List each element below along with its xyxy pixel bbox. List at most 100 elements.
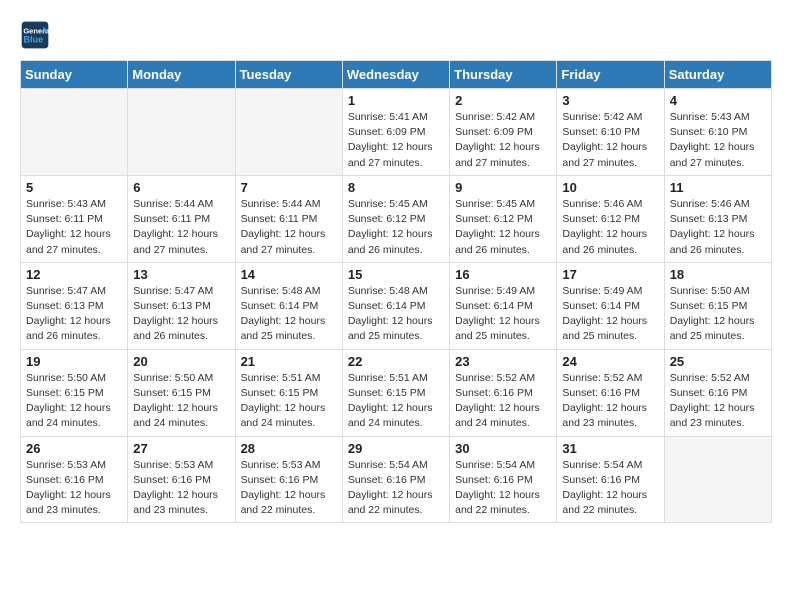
calendar-cell: 9 Sunrise: 5:45 AM Sunset: 6:12 PM Daylig… xyxy=(450,175,557,262)
calendar-cell xyxy=(664,436,771,523)
day-info: Sunrise: 5:51 AM Sunset: 6:15 PM Dayligh… xyxy=(241,371,337,432)
day-number: 7 xyxy=(241,180,337,195)
day-info: Sunrise: 5:45 AM Sunset: 6:12 PM Dayligh… xyxy=(455,197,551,258)
calendar-cell: 8 Sunrise: 5:45 AM Sunset: 6:12 PM Daylig… xyxy=(342,175,449,262)
calendar-cell: 15 Sunrise: 5:48 AM Sunset: 6:14 PM Dayli… xyxy=(342,262,449,349)
day-number: 15 xyxy=(348,267,444,282)
calendar-cell: 26 Sunrise: 5:53 AM Sunset: 6:16 PM Dayli… xyxy=(21,436,128,523)
calendar-cell: 6Sunrise: 5:44 AM Sunset: 6:11 PM Daylig… xyxy=(128,175,235,262)
day-number: 30 xyxy=(455,441,551,456)
svg-text:Blue: Blue xyxy=(23,35,43,45)
calendar-cell: 5 Sunrise: 5:43 AM Sunset: 6:11 PM Daylig… xyxy=(21,175,128,262)
calendar-week-row: 19 Sunrise: 5:50 AM Sunset: 6:15 PM Dayli… xyxy=(21,349,772,436)
day-number: 21 xyxy=(241,354,337,369)
day-number: 5 xyxy=(26,180,122,195)
calendar-cell: 17 Sunrise: 5:49 AM Sunset: 6:14 PM Dayli… xyxy=(557,262,664,349)
calendar-cell: 20Sunrise: 5:50 AM Sunset: 6:15 PM Dayli… xyxy=(128,349,235,436)
calendar-cell: 27 Sunrise: 5:53 AM Sunset: 6:16 PM Dayli… xyxy=(128,436,235,523)
calendar-cell: 22 Sunrise: 5:51 AM Sunset: 6:15 PM Dayli… xyxy=(342,349,449,436)
day-info: Sunrise: 5:49 AM Sunset: 6:14 PM Dayligh… xyxy=(562,284,658,345)
calendar-cell: 16 Sunrise: 5:49 AM Sunset: 6:14 PM Dayli… xyxy=(450,262,557,349)
calendar-cell: 10 Sunrise: 5:46 AM Sunset: 6:12 PM Dayli… xyxy=(557,175,664,262)
day-info: Sunrise: 5:47 AM Sunset: 6:13 PM Dayligh… xyxy=(26,284,122,345)
day-info: Sunrise: 5:46 AM Sunset: 6:13 PM Dayligh… xyxy=(670,197,766,258)
day-number: 12 xyxy=(26,267,122,282)
weekday-header: Thursday xyxy=(450,61,557,89)
day-info: Sunrise: 5:54 AM Sunset: 6:16 PM Dayligh… xyxy=(562,458,658,519)
day-number: 9 xyxy=(455,180,551,195)
calendar-cell: 1 Sunrise: 5:41 AM Sunset: 6:09 PM Daylig… xyxy=(342,89,449,176)
day-number: 14 xyxy=(241,267,337,282)
day-number: 25 xyxy=(670,354,766,369)
weekday-header: Tuesday xyxy=(235,61,342,89)
day-number: 26 xyxy=(26,441,122,456)
calendar-cell: 4Sunrise: 5:43 AM Sunset: 6:10 PM Daylig… xyxy=(664,89,771,176)
calendar-week-row: 1 Sunrise: 5:41 AM Sunset: 6:09 PM Daylig… xyxy=(21,89,772,176)
day-number: 1 xyxy=(348,93,444,108)
day-info: Sunrise: 5:43 AM Sunset: 6:11 PM Dayligh… xyxy=(26,197,122,258)
day-number: 17 xyxy=(562,267,658,282)
day-number: 11 xyxy=(670,180,766,195)
day-info: Sunrise: 5:44 AM Sunset: 6:11 PM Dayligh… xyxy=(241,197,337,258)
day-info: Sunrise: 5:45 AM Sunset: 6:12 PM Dayligh… xyxy=(348,197,444,258)
calendar-cell xyxy=(235,89,342,176)
day-info: Sunrise: 5:46 AM Sunset: 6:12 PM Dayligh… xyxy=(562,197,658,258)
calendar-cell: 21 Sunrise: 5:51 AM Sunset: 6:15 PM Dayli… xyxy=(235,349,342,436)
day-number: 22 xyxy=(348,354,444,369)
day-number: 18 xyxy=(670,267,766,282)
calendar-cell: 11 Sunrise: 5:46 AM Sunset: 6:13 PM Dayli… xyxy=(664,175,771,262)
weekday-header: Wednesday xyxy=(342,61,449,89)
day-info: Sunrise: 5:48 AM Sunset: 6:14 PM Dayligh… xyxy=(241,284,337,345)
day-number: 28 xyxy=(241,441,337,456)
calendar-cell: 29 Sunrise: 5:54 AM Sunset: 6:16 PM Dayli… xyxy=(342,436,449,523)
day-info: Sunrise: 5:53 AM Sunset: 6:16 PM Dayligh… xyxy=(26,458,122,519)
calendar-week-row: 26 Sunrise: 5:53 AM Sunset: 6:16 PM Dayli… xyxy=(21,436,772,523)
day-number: 29 xyxy=(348,441,444,456)
day-info: Sunrise: 5:54 AM Sunset: 6:16 PM Dayligh… xyxy=(348,458,444,519)
day-number: 13 xyxy=(133,267,229,282)
day-info: Sunrise: 5:48 AM Sunset: 6:14 PM Dayligh… xyxy=(348,284,444,345)
day-number: 27 xyxy=(133,441,229,456)
day-info: Sunrise: 5:41 AM Sunset: 6:09 PM Dayligh… xyxy=(348,110,444,171)
calendar-cell xyxy=(128,89,235,176)
calendar-cell: 13 Sunrise: 5:47 AM Sunset: 6:13 PM Dayli… xyxy=(128,262,235,349)
weekday-header: Monday xyxy=(128,61,235,89)
calendar-week-row: 12 Sunrise: 5:47 AM Sunset: 6:13 PM Dayli… xyxy=(21,262,772,349)
day-info: Sunrise: 5:49 AM Sunset: 6:14 PM Dayligh… xyxy=(455,284,551,345)
calendar-week-row: 5 Sunrise: 5:43 AM Sunset: 6:11 PM Daylig… xyxy=(21,175,772,262)
day-info: Sunrise: 5:52 AM Sunset: 6:16 PM Dayligh… xyxy=(455,371,551,432)
day-number: 23 xyxy=(455,354,551,369)
logo: General Blue xyxy=(20,20,54,50)
day-info: Sunrise: 5:51 AM Sunset: 6:15 PM Dayligh… xyxy=(348,371,444,432)
day-info: Sunrise: 5:53 AM Sunset: 6:16 PM Dayligh… xyxy=(133,458,229,519)
calendar-cell: 30 Sunrise: 5:54 AM Sunset: 6:16 PM Dayli… xyxy=(450,436,557,523)
calendar-table: SundayMondayTuesdayWednesdayThursdayFrid… xyxy=(20,60,772,523)
calendar-cell: 28Sunrise: 5:53 AM Sunset: 6:16 PM Dayli… xyxy=(235,436,342,523)
day-info: Sunrise: 5:47 AM Sunset: 6:13 PM Dayligh… xyxy=(133,284,229,345)
calendar-cell: 2Sunrise: 5:42 AM Sunset: 6:09 PM Daylig… xyxy=(450,89,557,176)
day-info: Sunrise: 5:43 AM Sunset: 6:10 PM Dayligh… xyxy=(670,110,766,171)
calendar-cell xyxy=(21,89,128,176)
calendar-cell: 7 Sunrise: 5:44 AM Sunset: 6:11 PM Daylig… xyxy=(235,175,342,262)
day-info: Sunrise: 5:44 AM Sunset: 6:11 PM Dayligh… xyxy=(133,197,229,258)
logo-icon: General Blue xyxy=(20,20,50,50)
weekday-header: Friday xyxy=(557,61,664,89)
day-number: 16 xyxy=(455,267,551,282)
day-info: Sunrise: 5:50 AM Sunset: 6:15 PM Dayligh… xyxy=(133,371,229,432)
calendar-cell: 3Sunrise: 5:42 AM Sunset: 6:10 PM Daylig… xyxy=(557,89,664,176)
calendar-cell: 25 Sunrise: 5:52 AM Sunset: 6:16 PM Dayli… xyxy=(664,349,771,436)
page-header: General Blue xyxy=(20,20,772,50)
day-number: 2 xyxy=(455,93,551,108)
day-info: Sunrise: 5:52 AM Sunset: 6:16 PM Dayligh… xyxy=(562,371,658,432)
weekday-header: Saturday xyxy=(664,61,771,89)
day-info: Sunrise: 5:52 AM Sunset: 6:16 PM Dayligh… xyxy=(670,371,766,432)
calendar-cell: 12 Sunrise: 5:47 AM Sunset: 6:13 PM Dayli… xyxy=(21,262,128,349)
day-number: 10 xyxy=(562,180,658,195)
day-info: Sunrise: 5:54 AM Sunset: 6:16 PM Dayligh… xyxy=(455,458,551,519)
day-info: Sunrise: 5:50 AM Sunset: 6:15 PM Dayligh… xyxy=(670,284,766,345)
weekday-header-row: SundayMondayTuesdayWednesdayThursdayFrid… xyxy=(21,61,772,89)
day-info: Sunrise: 5:50 AM Sunset: 6:15 PM Dayligh… xyxy=(26,371,122,432)
day-number: 8 xyxy=(348,180,444,195)
day-info: Sunrise: 5:42 AM Sunset: 6:10 PM Dayligh… xyxy=(562,110,658,171)
day-number: 19 xyxy=(26,354,122,369)
